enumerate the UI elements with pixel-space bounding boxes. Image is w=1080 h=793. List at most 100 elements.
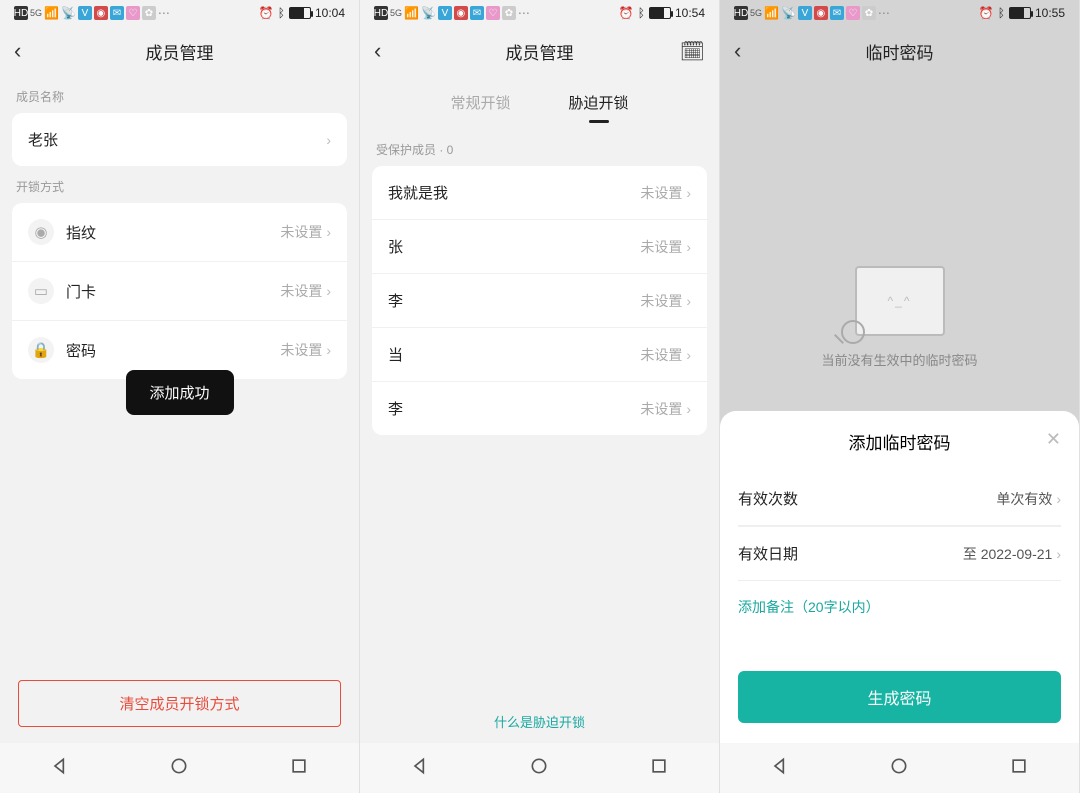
app-icon-4: ♡	[486, 6, 500, 20]
member-name: 张	[388, 236, 403, 257]
valid-date-label: 有效日期	[738, 543, 798, 564]
valid-count-row[interactable]: 有效次数 单次有效›	[738, 472, 1061, 526]
method-value: 未设置	[280, 222, 322, 242]
chevron-right-icon: ›	[686, 293, 691, 309]
method-value: 未设置	[280, 281, 322, 301]
valid-date-row[interactable]: 有效日期 至 2022-09-21›	[738, 526, 1061, 581]
wifi-icon: 📡	[421, 6, 436, 20]
method-value: 未设置	[280, 340, 322, 360]
lock-icon: 🔒	[28, 337, 54, 363]
chevron-right-icon: ›	[326, 283, 331, 299]
card-icon: ▭	[28, 278, 54, 304]
app-icon-1: V	[78, 6, 92, 20]
back-button[interactable]: ‹	[14, 38, 21, 64]
add-temp-password-sheet: 添加临时密码 ✕ 有效次数 单次有效› 有效日期 至 2022-09-21› 添…	[720, 411, 1079, 793]
nav-back-button[interactable]	[410, 756, 430, 781]
member-status: 未设置	[640, 183, 682, 203]
bluetooth-icon: ᛒ	[638, 6, 645, 20]
app-icon-5: ✿	[862, 6, 876, 20]
member-row[interactable]: 李未设置›	[372, 381, 707, 435]
method-fingerprint-row[interactable]: ◉指纹 未设置›	[12, 203, 347, 261]
header: ‹ 临时密码	[720, 26, 1079, 76]
alarm-icon: ⏰	[619, 6, 634, 20]
what-is-duress-link[interactable]: 什么是胁迫开锁	[360, 712, 719, 731]
app-icon-3: ✉	[830, 6, 844, 20]
app-icon-1: V	[438, 6, 452, 20]
signal-icon: 📶	[44, 6, 59, 20]
chevron-right-icon: ›	[326, 342, 331, 358]
back-button[interactable]: ‹	[734, 38, 741, 64]
unlock-methods-label: 开锁方式	[12, 166, 347, 203]
nav-recent-button[interactable]	[1009, 756, 1029, 781]
header: ‹ 成员管理	[0, 26, 359, 76]
fingerprint-icon: ◉	[28, 219, 54, 245]
net-label: 5G	[30, 8, 42, 18]
clock-time: 10:55	[1035, 6, 1065, 20]
chevron-right-icon: ›	[326, 224, 331, 240]
app-icon-1: V	[798, 6, 812, 20]
nav-back-button[interactable]	[770, 756, 790, 781]
valid-date-value: 至 2022-09-21	[963, 544, 1053, 564]
method-card-row[interactable]: ▭门卡 未设置›	[12, 261, 347, 320]
bluetooth-icon: ᛒ	[278, 6, 285, 20]
member-name: 李	[388, 290, 403, 311]
close-icon[interactable]: ✕	[1046, 429, 1061, 450]
clear-methods-button[interactable]: 清空成员开锁方式	[18, 680, 341, 727]
member-status: 未设置	[640, 399, 682, 419]
member-row[interactable]: 我就是我 未设置›	[372, 166, 707, 219]
valid-count-label: 有效次数	[738, 488, 798, 509]
member-status: 未设置	[640, 237, 682, 257]
android-nav-bar	[720, 743, 1079, 793]
page-title: 成员管理	[506, 39, 574, 64]
app-icon-4: ♡	[126, 6, 140, 20]
chevron-right-icon: ›	[686, 239, 691, 255]
member-name: 当	[388, 344, 403, 365]
empty-text: 当前没有生效中的临时密码	[821, 350, 977, 369]
wifi-icon: 📡	[61, 6, 76, 20]
more-icon: ⋯	[878, 6, 890, 20]
page-title: 临时密码	[866, 39, 934, 64]
page-title: 成员管理	[146, 39, 214, 64]
chevron-right-icon: ›	[326, 132, 331, 148]
hd-badge: HD	[734, 6, 748, 20]
member-name-value: 老张	[28, 129, 58, 150]
nav-back-button[interactable]	[50, 756, 70, 781]
app-icon-2: ◉	[94, 6, 108, 20]
member-row[interactable]: 李未设置›	[372, 273, 707, 327]
back-button[interactable]: ‹	[374, 38, 381, 64]
chevron-right-icon: ›	[1056, 491, 1061, 507]
android-nav-bar	[360, 743, 719, 793]
status-bar: HD 5G 📶 📡 V ◉ ✉ ♡ ✿ ⋯ ⏰ ᛒ 10:04	[0, 0, 359, 26]
member-row[interactable]: 张 未设置›	[372, 219, 707, 273]
history-icon[interactable]: 🗓	[680, 39, 705, 64]
hd-badge: HD	[374, 6, 388, 20]
method-label: 密码	[66, 340, 96, 361]
wifi-icon: 📡	[781, 6, 796, 20]
app-icon-5: ✿	[502, 6, 516, 20]
tab-normal-unlock[interactable]: 常规开锁	[446, 86, 514, 119]
chevron-right-icon: ›	[686, 185, 691, 201]
nav-home-button[interactable]	[169, 756, 189, 781]
more-icon: ⋯	[158, 6, 170, 20]
tab-duress-unlock[interactable]: 胁迫开锁	[565, 86, 633, 119]
member-name: 我就是我	[388, 182, 448, 203]
clock-time: 10:04	[315, 6, 345, 20]
nav-recent-button[interactable]	[289, 756, 309, 781]
member-name-row[interactable]: 老张 ›	[12, 113, 347, 166]
app-icon-2: ◉	[814, 6, 828, 20]
nav-home-button[interactable]	[529, 756, 549, 781]
nav-home-button[interactable]	[889, 756, 909, 781]
nav-recent-button[interactable]	[649, 756, 669, 781]
generate-password-button[interactable]: 生成密码	[738, 671, 1061, 723]
battery-icon	[289, 7, 311, 19]
android-nav-bar	[0, 743, 359, 793]
add-note-link[interactable]: 添加备注（20字以内）	[738, 581, 1061, 633]
alarm-icon: ⏰	[259, 6, 274, 20]
tab-bar: 常规开锁 胁迫开锁	[360, 76, 719, 119]
chevron-right-icon: ›	[686, 347, 691, 363]
member-row[interactable]: 当未设置›	[372, 327, 707, 381]
bluetooth-icon: ᛒ	[998, 6, 1005, 20]
valid-count-value: 单次有效	[996, 489, 1052, 509]
chevron-right-icon: ›	[686, 401, 691, 417]
net-label: 5G	[390, 8, 402, 18]
